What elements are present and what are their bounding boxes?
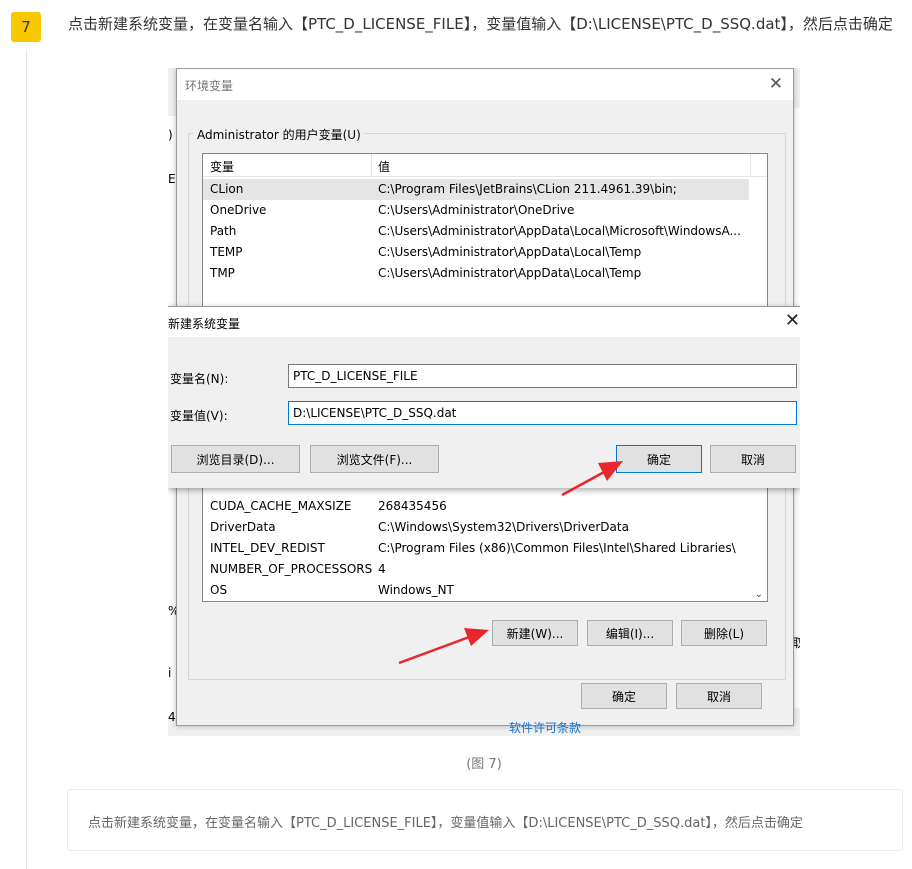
- variable-name-label: 变量名(N):: [170, 372, 229, 386]
- figure-caption: (图 7): [466, 757, 502, 772]
- list-item[interactable]: NUMBER_OF_PROCESSORS 4: [203, 559, 767, 580]
- license-terms-link[interactable]: 软件许可条款: [509, 719, 581, 736]
- user-variables-list[interactable]: 变量 值 CLion C:\Program Files\JetBrains\CL…: [202, 153, 768, 315]
- close-icon[interactable]: ✕: [785, 310, 800, 331]
- variable-value-label: 变量值(V):: [170, 409, 228, 423]
- background-fragment: 4: [168, 710, 176, 724]
- background-fragment: ): [168, 128, 173, 142]
- list-item[interactable]: DriverData C:\Windows\System32\Drivers\D…: [203, 517, 767, 538]
- variable-value: C:\Program Files\JetBrains\CLion 211.496…: [378, 182, 677, 196]
- variable-value: C:\Users\Administrator\OneDrive: [378, 203, 575, 217]
- variable-value: C:\Users\Administrator\AppData\Local\Tem…: [378, 245, 642, 259]
- scroll-down-icon[interactable]: ⌄: [755, 589, 763, 600]
- variable-value: 268435456: [378, 499, 447, 513]
- column-header-value[interactable]: 值: [378, 158, 390, 175]
- user-variables-label: Administrator 的用户变量(U): [194, 126, 364, 143]
- variable-name: OS: [210, 583, 228, 597]
- cancel-button[interactable]: 取消: [676, 683, 762, 709]
- column-header-variable[interactable]: 变量: [210, 158, 234, 175]
- column-divider[interactable]: [750, 154, 751, 176]
- list-item[interactable]: INTEL_DEV_REDIST C:\Program Files (x86)\…: [203, 538, 767, 559]
- variable-name: NUMBER_OF_PROCESSORS: [210, 562, 373, 576]
- list-item[interactable]: OneDrive C:\Users\Administrator\OneDrive: [203, 200, 767, 221]
- list-item[interactable]: TMP C:\Users\Administrator\AppData\Local…: [203, 263, 767, 284]
- variable-value: C:\Windows\System32\Drivers\DriverData: [378, 520, 629, 534]
- background-fragment: E: [168, 172, 176, 186]
- variable-name: OneDrive: [210, 203, 267, 217]
- step-instruction: 点击新建系统变量，在变量名输入【PTC_D_LICENSE_FILE】，变量值输…: [68, 15, 893, 33]
- dialog-titlebar: 新建系统变量 ✕: [168, 307, 800, 337]
- background-fragment: i: [168, 666, 172, 680]
- list-item[interactable]: OS Windows_NT: [203, 580, 767, 601]
- delete-variable-button[interactable]: 删除(L): [681, 620, 767, 646]
- variable-name: TEMP: [210, 245, 243, 259]
- ok-button[interactable]: 确定: [581, 683, 667, 709]
- dialog-titlebar: 环境变量 ✕: [177, 69, 793, 100]
- list-item[interactable]: Path C:\Users\Administrator\AppData\Loca…: [203, 221, 767, 242]
- browse-file-button[interactable]: 浏览文件(F)...: [310, 445, 439, 473]
- close-icon[interactable]: ✕: [769, 74, 783, 94]
- new-variable-button[interactable]: 新建(W)...: [492, 620, 578, 646]
- tip-text: 点击新建系统变量，在变量名输入【PTC_D_LICENSE_FILE】，变量值输…: [88, 816, 803, 831]
- column-divider[interactable]: [371, 154, 372, 176]
- variable-name: CLion: [210, 182, 244, 196]
- variable-name: CUDA_CACHE_MAXSIZE: [210, 499, 352, 513]
- variable-value: C:\Program Files (x86)\Common Files\Inte…: [378, 541, 736, 555]
- list-header: 变量 值: [203, 154, 767, 177]
- variable-name: TMP: [210, 266, 235, 280]
- new-system-variable-dialog: 新建系统变量 ✕ 变量名(N): PTC_D_LICENSE_FILE 变量值(…: [168, 306, 800, 488]
- variable-name-input[interactable]: PTC_D_LICENSE_FILE: [288, 364, 797, 388]
- variable-value: 4: [378, 562, 386, 576]
- dialog-title: 新建系统变量: [168, 317, 241, 331]
- list-item[interactable]: CLion C:\Program Files\JetBrains\CLion 2…: [203, 179, 749, 200]
- edit-variable-button[interactable]: 编辑(I)...: [587, 620, 673, 646]
- ok-button[interactable]: 确定: [616, 445, 702, 473]
- variable-name: INTEL_DEV_REDIST: [210, 541, 325, 555]
- variable-value: Windows_NT: [378, 583, 454, 597]
- step-timeline-line: [26, 50, 27, 869]
- step-number-badge: 7: [11, 12, 41, 42]
- system-variables-list[interactable]: CUDA_CACHE_MAXSIZE 268435456 DriverData …: [202, 482, 768, 602]
- list-item[interactable]: CUDA_CACHE_MAXSIZE 268435456: [203, 496, 767, 517]
- list-item[interactable]: TEMP C:\Users\Administrator\AppData\Loca…: [203, 242, 767, 263]
- screenshot: ) E % 4 取 i 环境变量 ✕ Administrator 的用户变量(U…: [168, 68, 800, 736]
- variable-name: DriverData: [210, 520, 276, 534]
- variable-value: C:\Users\Administrator\AppData\Local\Tem…: [378, 266, 642, 280]
- tip-box: 点击新建系统变量，在变量名输入【PTC_D_LICENSE_FILE】，变量值输…: [67, 789, 903, 851]
- variable-value: C:\Users\Administrator\AppData\Local\Mic…: [378, 224, 741, 238]
- browse-directory-button[interactable]: 浏览目录(D)...: [171, 445, 300, 473]
- cancel-button[interactable]: 取消: [710, 445, 796, 473]
- variable-name: Path: [210, 224, 237, 238]
- variable-value-input[interactable]: D:\LICENSE\PTC_D_SSQ.dat: [288, 401, 797, 425]
- dialog-title: 环境变量: [185, 79, 234, 93]
